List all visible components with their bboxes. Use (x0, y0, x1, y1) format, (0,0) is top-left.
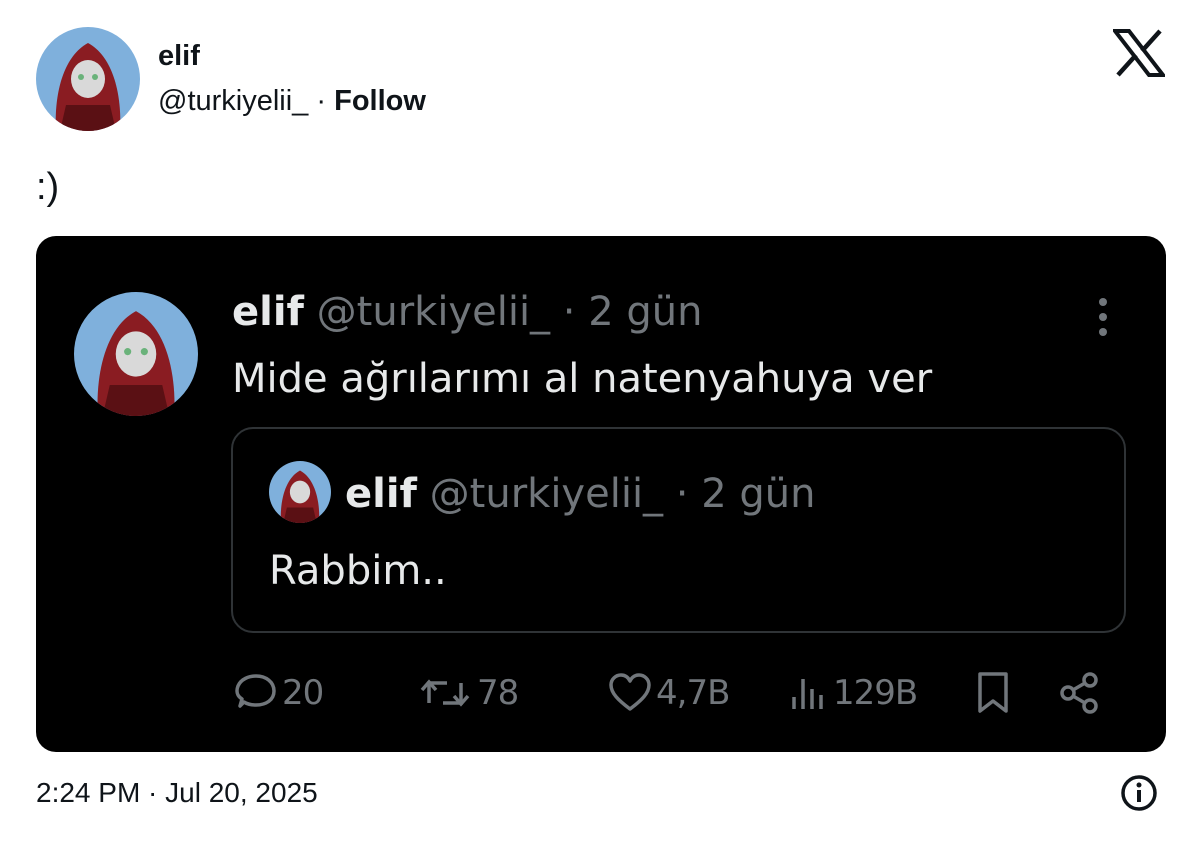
like-action: 4,7B (608, 668, 730, 718)
tweet-text: :) (36, 166, 60, 208)
quoted-header: elif @turkiyelii_ · 2 gün (345, 471, 815, 517)
views-count: 129B (833, 673, 918, 713)
tweet-timestamp[interactable]: 2:24 PM · Jul 20, 2025 (36, 777, 318, 809)
bookmark-action (975, 668, 1011, 718)
embedded-avatar (74, 292, 198, 416)
embedded-header: elif @turkiyelii_ · 2 gün (232, 289, 702, 335)
author-handle[interactable]: @turkiyelii_ (158, 85, 308, 117)
quoted-tweet (231, 427, 1126, 633)
heart-icon (609, 673, 651, 711)
embedded-handle-time: @turkiyelii_ · 2 gün (316, 289, 703, 335)
reply-count: 20 (282, 673, 324, 713)
embedded-author-name: elif (232, 289, 304, 335)
x-logo-icon[interactable] (1110, 29, 1168, 77)
embedded-tweet-text: Mide ağrılarımı al natenyahuya ver (232, 356, 933, 402)
share-icon (1060, 672, 1098, 714)
views-action: 129B (789, 668, 918, 718)
reply-icon (235, 674, 276, 708)
follow-button[interactable]: Follow (334, 85, 426, 117)
author-handle-line: @turkiyelii_ · Follow (158, 85, 426, 118)
like-count: 4,7B (656, 673, 730, 713)
share-action (1058, 668, 1102, 718)
quoted-author-name: elif (345, 471, 417, 517)
bookmark-icon (978, 672, 1008, 713)
repost-action: 78 (417, 668, 519, 718)
more-vertical-icon (1090, 296, 1116, 338)
avatar-image (36, 27, 140, 131)
quoted-text: Rabbim.. (269, 548, 447, 594)
repost-count: 78 (477, 673, 519, 713)
author-name[interactable]: elif (158, 40, 200, 73)
info-icon[interactable] (1120, 774, 1158, 812)
quoted-avatar (269, 461, 331, 523)
quoted-handle-time: @turkiyelii_ · 2 gün (429, 471, 816, 517)
reply-action: 20 (232, 668, 324, 718)
views-icon (792, 679, 823, 709)
avatar[interactable] (36, 27, 140, 131)
separator: · (316, 85, 327, 117)
repost-icon (420, 679, 470, 707)
